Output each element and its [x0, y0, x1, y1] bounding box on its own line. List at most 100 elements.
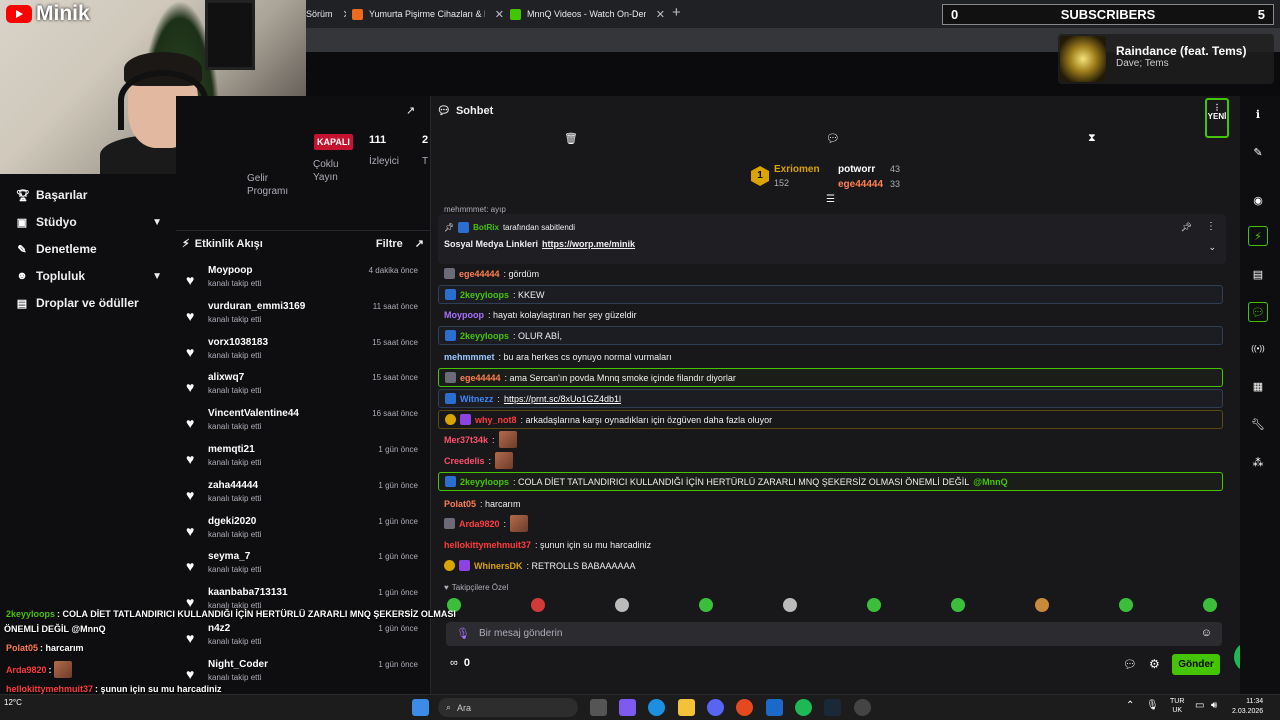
activity-feed-item[interactable]: ♥ dgeki2020 kanalı takip etti 1 gün önce [186, 516, 422, 550]
chat-username[interactable]: 2keyyloops [460, 290, 509, 300]
popout-icon[interactable]: ↗ [406, 104, 415, 117]
follower-name[interactable]: alixwq7 [208, 372, 244, 383]
chat-message[interactable]: Arda9820: [438, 514, 1223, 533]
new-feature-button[interactable]: ⋮ YENİ [1205, 98, 1229, 138]
browser-tab[interactable]: MnnQ Videos - Watch On-Demand ✕ [510, 4, 665, 24]
obs-icon[interactable] [854, 699, 871, 716]
nav-item-drops[interactable]: ▤ Droplar ve ödüller [16, 296, 162, 310]
emote-icon[interactable] [615, 598, 629, 612]
chat-settings-bubble-icon[interactable]: 💬︎ [1123, 658, 1137, 671]
app-icon[interactable] [766, 699, 783, 716]
chat-message[interactable]: Mer37t34k: [438, 430, 1223, 449]
nav-item-community[interactable]: ☻ Topluluk ▼ [16, 269, 162, 283]
info-icon[interactable]: ℹ [1248, 104, 1268, 124]
taskbar-search[interactable]: ⌕ Ara [438, 698, 578, 717]
activity-feed-item[interactable]: ♥ zaha44444 kanalı takip etti 1 gün önce [186, 480, 422, 514]
follower-name[interactable]: Moypoop [208, 265, 252, 276]
new-tab-button[interactable]: + [672, 4, 681, 21]
leader-name[interactable]: Exriomen [774, 164, 820, 175]
bolt-icon[interactable]: ⚡︎ [1248, 226, 1268, 246]
activity-feed-item[interactable]: ♥ Moypoop kanalı takip etti 4 dakika önce [186, 265, 422, 299]
chat-username[interactable]: 2keyyloops [460, 477, 509, 487]
chat-link[interactable]: https://prnt.sc/8xUo1GZ4db1l [504, 394, 621, 404]
chat-username[interactable]: why_not8 [475, 415, 517, 425]
network-icon[interactable]: ▭ [1195, 700, 1204, 711]
channel-points[interactable]: ∞ 0 [450, 657, 470, 669]
chat-input[interactable]: 🎙︎ Bir mesaj gönderin ☺ [446, 622, 1222, 646]
follower-name[interactable]: memqti21 [208, 444, 255, 455]
broadcast-icon[interactable]: ((•)) [1248, 338, 1268, 358]
mic-icon[interactable]: 🎙︎ [456, 627, 470, 640]
chat-username[interactable]: 2keyyloops [460, 331, 509, 341]
chat-username[interactable]: Witnezz [460, 394, 493, 404]
chat-message[interactable]: Polat05: harcarım [438, 494, 1223, 513]
emote-icon[interactable] [699, 598, 713, 612]
chat-username[interactable]: ege44444 [460, 373, 501, 383]
close-tab-icon[interactable]: ✕ [343, 8, 346, 21]
chat-message[interactable]: Creedelis: [438, 451, 1223, 470]
follower-name[interactable]: seyma_7 [208, 551, 250, 562]
chat-username[interactable]: WhinersDK [474, 561, 523, 571]
mic-icon[interactable]: 🎙︎ [1146, 700, 1159, 711]
chat-username[interactable]: Moypoop [444, 310, 484, 320]
activity-feed-item[interactable]: ♥ vurduran_emmi3169 kanalı takip etti 11 sa… [186, 301, 422, 335]
send-button[interactable]: Gönder [1172, 654, 1220, 675]
nav-item-moderation[interactable]: ✎ Denetleme [16, 242, 162, 256]
activity-feed-item[interactable]: ♥ memqti21 kanalı takip etti 1 gün önce [186, 444, 422, 478]
weather-widget[interactable]: 12°C [4, 698, 22, 707]
follower-name[interactable]: n4z2 [208, 623, 230, 634]
chat-bubble-icon[interactable]: 💬︎ [826, 132, 840, 145]
windows-start-icon[interactable] [412, 699, 429, 716]
activity-feed-item[interactable]: ♥ vorx1038183 kanalı takip etti 15 saat önc… [186, 337, 422, 371]
clock[interactable]: 11:34 2.03.2026 [1232, 697, 1263, 717]
follower-name[interactable]: Night_Coder [208, 659, 268, 670]
nav-item-achievements[interactable]: 🏆︎ Başarılar [16, 188, 162, 202]
follower-name[interactable]: dgeki2020 [208, 516, 256, 527]
chat-message[interactable]: why_not8: arkadaşlarına karşı oynadıklar… [438, 410, 1223, 429]
gear-icon[interactable]: ⚙ [1149, 657, 1160, 671]
steam-icon[interactable] [824, 699, 841, 716]
chat-username[interactable]: mehmmmet [444, 352, 495, 362]
chat-message[interactable]: mehmmmet: bu ara herkes cs oynuyo normal… [438, 347, 1223, 366]
pinned-link[interactable]: https://worp.me/minik [542, 239, 635, 249]
activity-feed-item[interactable]: ♥ alixwq7 kanalı takip etti 15 saat önce [186, 372, 422, 406]
follower-name[interactable]: vurduran_emmi3169 [208, 301, 305, 312]
emote-icon[interactable] [951, 598, 965, 612]
emote-icon[interactable] [1203, 598, 1217, 612]
activity-feed-item[interactable]: ♥ n4z2 kanalı takip etti 1 gün önce [186, 623, 422, 657]
chat-message[interactable]: Witnezz: https://prnt.sc/8xUo1GZ4db1l [438, 389, 1223, 408]
chevron-up-icon[interactable]: ⌃ [1126, 700, 1134, 711]
follower-name[interactable]: vorx1038183 [208, 337, 268, 348]
popout-icon[interactable]: ↗ [415, 237, 424, 250]
chat-username[interactable]: hellokittymehmuit37 [444, 540, 531, 550]
chat-message[interactable]: 2keyyloops: OLUR ABİ, [438, 326, 1223, 345]
chat-username[interactable]: ege44444 [459, 269, 500, 279]
camera-icon[interactable]: ◉ [1248, 190, 1268, 210]
chat-mention[interactable]: @MnnQ [973, 477, 1007, 487]
emote-icon[interactable] [867, 598, 881, 612]
browser-icon[interactable] [736, 699, 753, 716]
discord-icon[interactable] [707, 699, 724, 716]
leader-name[interactable]: potworr [838, 164, 875, 175]
follower-name[interactable]: zaha44444 [208, 480, 258, 491]
chat-message[interactable]: Moypoop: hayatı kolaylaştıran her şey gü… [438, 305, 1223, 324]
emote-icon[interactable] [1035, 598, 1049, 612]
leader-name[interactable]: ege44444 [838, 179, 883, 190]
chat-message[interactable]: 2keyyloops: KKEW [438, 285, 1223, 304]
more-icon[interactable]: ⋮ [1206, 221, 1216, 232]
browser-tab[interactable]: Yumurta Pişirme Cihazları & Hızlı ✕ [352, 4, 504, 24]
filter-button[interactable]: Filtre [376, 238, 403, 250]
activity-feed-item[interactable]: ♥ VincentValentine44 kanalı takip etti 16 s… [186, 408, 422, 442]
emote-icon[interactable] [531, 598, 545, 612]
spotify-icon[interactable] [795, 699, 812, 716]
nav-item-studio[interactable]: ▣ Stüdyo ▼ [16, 215, 162, 229]
trash-icon[interactable]: 🗑︎ [564, 132, 578, 145]
wrench-icon[interactable]: 🔧︎ [1248, 414, 1268, 434]
close-tab-icon[interactable]: ✕ [656, 8, 665, 21]
clipboard-icon[interactable]: ▤ [1248, 264, 1268, 284]
edge-icon[interactable] [648, 699, 665, 716]
share-icon[interactable]: ⁂ [1248, 452, 1268, 472]
language-indicator[interactable]: TUR UK [1170, 697, 1184, 715]
chat-message[interactable]: ege44444: ama Sercan'ın povda Mnnq smoke… [438, 368, 1223, 387]
copilot-icon[interactable] [619, 699, 636, 716]
